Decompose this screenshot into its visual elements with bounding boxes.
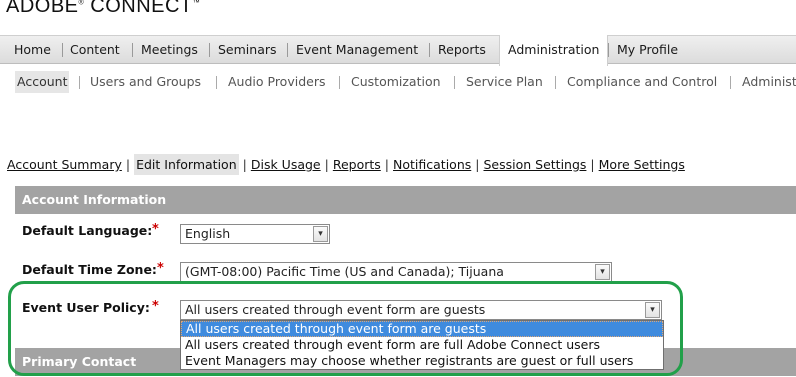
subnav-separator (454, 76, 455, 89)
subnav-users-and-groups[interactable]: Users and Groups (90, 71, 201, 93)
default-time-zone-select[interactable]: (GMT-08:00) Pacific Time (US and Canada)… (180, 262, 612, 282)
subnav-account[interactable]: Account (15, 71, 70, 93)
chevron-down-icon[interactable]: ▾ (313, 226, 328, 242)
required-marker: * (152, 299, 159, 314)
option-guests[interactable]: All users created through event form are… (181, 321, 663, 337)
option-full-users[interactable]: All users created through event form are… (181, 337, 663, 353)
default-time-zone-label: Default Time Zone: (22, 262, 157, 277)
nav-separator (209, 43, 210, 57)
nav-content[interactable]: Content (70, 36, 120, 64)
subnav-separator (555, 76, 556, 89)
subnav-customization[interactable]: Customization (351, 71, 441, 93)
link-notifications[interactable]: Notifications (393, 157, 471, 172)
logo-registered-mark: ® (78, 0, 85, 7)
link-separator: | (242, 157, 247, 172)
adobe-connect-logo: ADOBE® CONNECT™ (6, 0, 200, 18)
default-language-label: Default Language: (22, 223, 153, 238)
nav-reports[interactable]: Reports (438, 36, 486, 64)
chevron-down-icon[interactable]: ▾ (645, 302, 660, 318)
default-time-zone-value: (GMT-08:00) Pacific Time (US and Canada)… (185, 264, 504, 279)
nav-seminars[interactable]: Seminars (218, 36, 277, 64)
event-user-policy-select[interactable]: All users created through event form are… (180, 300, 662, 320)
link-separator: | (590, 157, 595, 172)
link-more-settings[interactable]: More Settings (599, 157, 685, 172)
link-separator: | (125, 157, 131, 172)
link-edit-information[interactable]: Edit Information (134, 154, 239, 175)
default-language-value: English (185, 226, 231, 241)
subnav-separator (339, 76, 340, 89)
nav-separator (132, 43, 133, 57)
logo-product: CONNECT (90, 0, 193, 17)
subnav-administration[interactable]: Administ (742, 71, 796, 93)
subnav-service-plan[interactable]: Service Plan (466, 71, 543, 93)
nav-home[interactable]: Home (14, 36, 51, 64)
link-disk-usage[interactable]: Disk Usage (251, 157, 321, 172)
nav-separator (429, 43, 430, 57)
link-reports[interactable]: Reports (333, 157, 381, 172)
nav-separator (62, 43, 63, 57)
main-navigation: Home Content Meetings Seminars Event Man… (0, 35, 796, 66)
nav-event-management[interactable]: Event Management (296, 36, 418, 64)
nav-my-profile[interactable]: My Profile (617, 36, 678, 64)
subnav-separator (730, 76, 731, 89)
nav-separator (608, 43, 609, 57)
logo-trademark: ™ (192, 0, 201, 7)
link-separator: | (475, 157, 480, 172)
subnav-compliance-and-control[interactable]: Compliance and Control (567, 71, 717, 93)
option-managers-choose[interactable]: Event Managers may choose whether regist… (181, 353, 663, 369)
nav-separator (287, 43, 288, 57)
account-links-bar: Account Summary | Edit Information | Disk Us… (7, 154, 685, 178)
nav-meetings[interactable]: Meetings (141, 36, 198, 64)
nav-administration[interactable]: Administration (499, 35, 609, 66)
subnav-separator (79, 76, 80, 89)
admin-subnavigation: Account Users and Groups Audio Providers… (0, 68, 796, 98)
default-language-select[interactable]: English ▾ (180, 224, 330, 244)
event-user-policy-value: All users created through event form are… (185, 302, 486, 317)
link-separator: | (324, 157, 329, 172)
subnav-audio-providers[interactable]: Audio Providers (228, 71, 325, 93)
required-marker: * (152, 222, 159, 237)
link-session-settings[interactable]: Session Settings (483, 157, 586, 172)
subnav-separator (216, 76, 217, 89)
chevron-down-icon[interactable]: ▾ (595, 264, 610, 280)
section-account-information: Account Information (15, 186, 796, 214)
logo-brand: ADOBE (6, 0, 79, 17)
event-user-policy-options: All users created through event form are… (180, 320, 664, 370)
event-user-policy-label: Event User Policy: (22, 300, 150, 315)
link-account-summary[interactable]: Account Summary (7, 157, 122, 172)
link-separator: | (384, 157, 390, 172)
required-marker: * (157, 261, 164, 276)
